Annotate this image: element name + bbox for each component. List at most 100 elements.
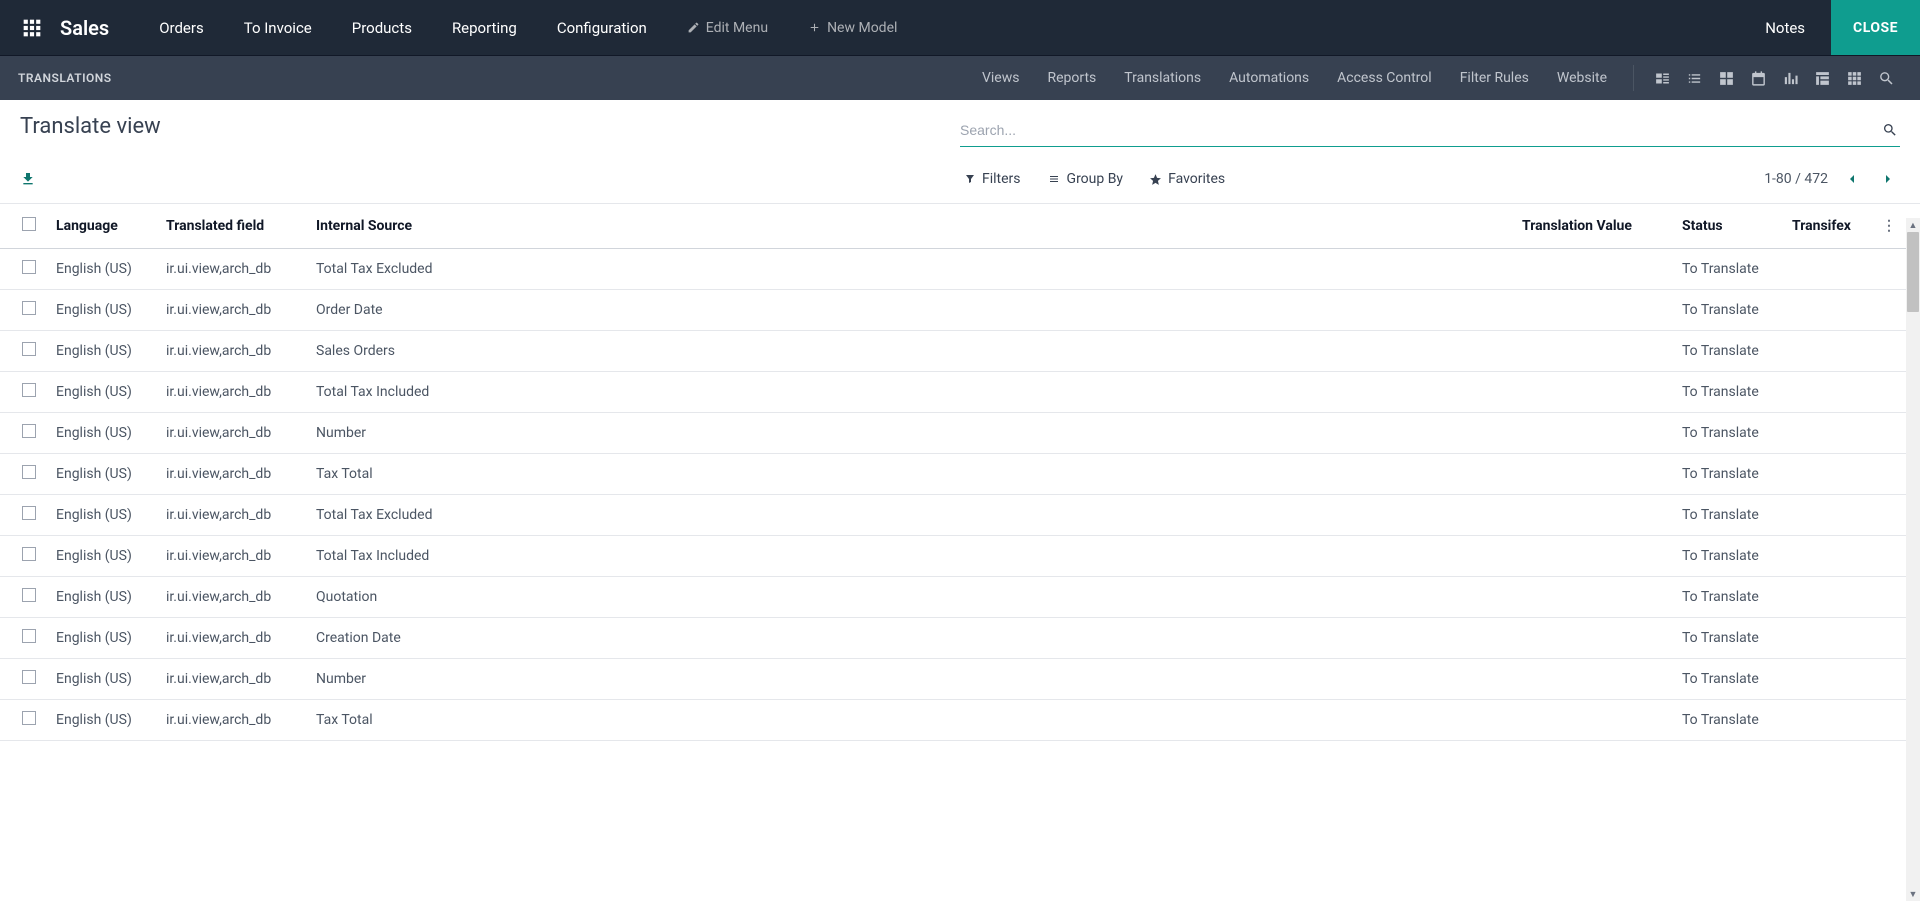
view-grid-icon[interactable] [1844, 68, 1864, 88]
scroll-thumb[interactable] [1907, 232, 1919, 312]
search-icon[interactable] [1876, 68, 1896, 88]
cell-transifex [1782, 372, 1872, 413]
sub-navbar: TRANSLATIONS Views Reports Translations … [0, 55, 1920, 100]
view-list-icon[interactable] [1684, 68, 1704, 88]
col-internal-source[interactable]: Internal Source [306, 204, 1512, 249]
pencil-icon [687, 21, 700, 34]
row-checkbox[interactable] [22, 301, 36, 315]
sub-item-access-control[interactable]: Access Control [1323, 58, 1446, 98]
row-checkbox[interactable] [22, 629, 36, 643]
group-by-button[interactable]: Group By [1043, 165, 1128, 193]
nav-item-to-invoice[interactable]: To Invoice [224, 3, 332, 53]
cell-source: Tax Total [306, 454, 1512, 495]
nav-item-reporting[interactable]: Reporting [432, 3, 537, 53]
sub-item-website[interactable]: Website [1543, 58, 1621, 98]
cell-source: Total Tax Included [306, 536, 1512, 577]
view-graph-icon[interactable] [1780, 68, 1800, 88]
cell-menu [1872, 331, 1906, 372]
table-row[interactable]: English (US)ir.ui.view,arch_dbNumberTo T… [0, 413, 1906, 454]
cell-field: ir.ui.view,arch_db [156, 536, 306, 577]
view-pivot-icon[interactable] [1812, 68, 1832, 88]
favorites-button[interactable]: Favorites [1145, 165, 1229, 193]
table-row[interactable]: English (US)ir.ui.view,arch_dbCreation D… [0, 618, 1906, 659]
cell-transifex [1782, 536, 1872, 577]
nav-item-configuration[interactable]: Configuration [537, 3, 667, 53]
cell-source: Creation Date [306, 618, 1512, 659]
nav-item-products[interactable]: Products [332, 3, 432, 53]
cell-source: Quotation [306, 577, 1512, 618]
pager-prev-button[interactable] [1840, 167, 1864, 191]
sub-item-automations[interactable]: Automations [1215, 58, 1323, 98]
table-row[interactable]: English (US)ir.ui.view,arch_dbTotal Tax … [0, 495, 1906, 536]
row-checkbox[interactable] [22, 465, 36, 479]
search-submit-icon[interactable] [1880, 120, 1900, 140]
nav-item-orders[interactable]: Orders [139, 3, 224, 53]
row-checkbox[interactable] [22, 342, 36, 356]
new-model-button[interactable]: New Model [788, 3, 917, 53]
col-language[interactable]: Language [46, 204, 156, 249]
table-row[interactable]: English (US)ir.ui.view,arch_dbSales Orde… [0, 331, 1906, 372]
cell-menu [1872, 536, 1906, 577]
view-form-icon[interactable] [1652, 68, 1672, 88]
close-button[interactable]: CLOSE [1831, 0, 1920, 55]
row-checkbox[interactable] [22, 383, 36, 397]
select-all-checkbox[interactable] [22, 217, 36, 231]
pager-text[interactable]: 1-80 / 472 [1764, 171, 1828, 187]
row-checkbox[interactable] [22, 670, 36, 684]
edit-menu-button[interactable]: Edit Menu [667, 3, 788, 53]
row-checkbox[interactable] [22, 588, 36, 602]
col-status[interactable]: Status [1672, 204, 1782, 249]
row-checkbox[interactable] [22, 424, 36, 438]
sub-item-translations[interactable]: Translations [1110, 58, 1215, 98]
download-icon [20, 171, 36, 187]
table-row[interactable]: English (US)ir.ui.view,arch_dbNumberTo T… [0, 659, 1906, 700]
row-checkbox[interactable] [22, 260, 36, 274]
col-options[interactable]: ⋮ [1872, 204, 1906, 249]
search-input[interactable] [960, 118, 1880, 142]
kebab-icon[interactable]: ⋮ [1882, 218, 1896, 234]
download-button[interactable] [20, 171, 36, 187]
app-name[interactable]: Sales [60, 16, 109, 40]
scroll-down-icon[interactable]: ▼ [1906, 887, 1920, 901]
cell-value [1512, 413, 1672, 454]
cell-source: Order Date [306, 290, 1512, 331]
scrollbar[interactable]: ▲ ▼ [1906, 218, 1920, 901]
nav-menu: Orders To Invoice Products Reporting Con… [139, 3, 917, 53]
breadcrumb[interactable]: TRANSLATIONS [18, 71, 112, 85]
filters-button[interactable]: Filters [960, 165, 1025, 193]
table-row[interactable]: English (US)ir.ui.view,arch_dbTotal Tax … [0, 372, 1906, 413]
view-calendar-icon[interactable] [1748, 68, 1768, 88]
table-row[interactable]: English (US)ir.ui.view,arch_dbTotal Tax … [0, 249, 1906, 290]
table-row[interactable]: English (US)ir.ui.view,arch_dbTax TotalT… [0, 700, 1906, 741]
cell-language: English (US) [46, 372, 156, 413]
cell-transifex [1782, 249, 1872, 290]
col-transifex[interactable]: Transifex [1782, 204, 1872, 249]
table-row[interactable]: English (US)ir.ui.view,arch_dbTotal Tax … [0, 536, 1906, 577]
table-row[interactable]: English (US)ir.ui.view,arch_dbOrder Date… [0, 290, 1906, 331]
row-checkbox[interactable] [22, 547, 36, 561]
notes-button[interactable]: Notes [1745, 3, 1825, 53]
table-row[interactable]: English (US)ir.ui.view,arch_dbTax TotalT… [0, 454, 1906, 495]
scroll-up-icon[interactable]: ▲ [1906, 218, 1920, 232]
cell-value [1512, 454, 1672, 495]
sub-item-filter-rules[interactable]: Filter Rules [1446, 58, 1543, 98]
sub-item-views[interactable]: Views [968, 58, 1034, 98]
sub-item-reports[interactable]: Reports [1033, 58, 1110, 98]
table-row[interactable]: English (US)ir.ui.view,arch_dbQuotationT… [0, 577, 1906, 618]
cell-field: ir.ui.view,arch_db [156, 372, 306, 413]
row-checkbox[interactable] [22, 711, 36, 725]
search-bar[interactable] [960, 114, 1900, 147]
cell-field: ir.ui.view,arch_db [156, 249, 306, 290]
cell-language: English (US) [46, 454, 156, 495]
cell-value [1512, 249, 1672, 290]
view-kanban-icon[interactable] [1716, 68, 1736, 88]
row-checkbox[interactable] [22, 506, 36, 520]
apps-menu-button[interactable] [18, 14, 46, 42]
cell-status: To Translate [1672, 331, 1782, 372]
cell-field: ir.ui.view,arch_db [156, 331, 306, 372]
col-translated-field[interactable]: Translated field [156, 204, 306, 249]
group-icon [1047, 173, 1061, 185]
col-translation-value[interactable]: Translation Value [1512, 204, 1672, 249]
select-all-header[interactable] [0, 204, 46, 249]
pager-next-button[interactable] [1876, 167, 1900, 191]
